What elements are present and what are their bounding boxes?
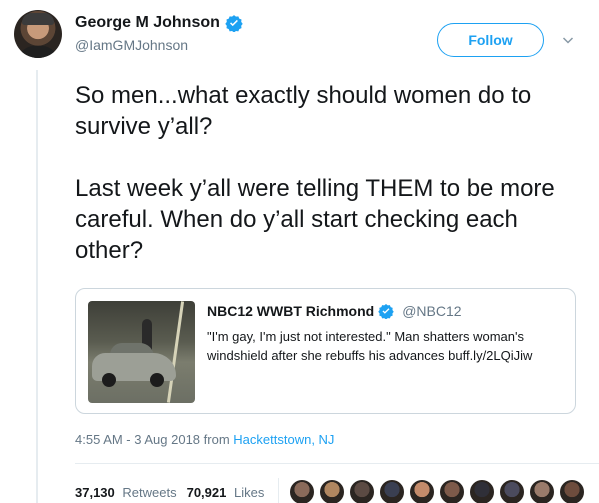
liker-avatar[interactable] xyxy=(439,479,466,503)
chevron-down-icon[interactable] xyxy=(562,34,574,46)
liker-avatars xyxy=(289,479,589,503)
tweet-paragraph: So men...what exactly should women do to… xyxy=(75,82,532,140)
avatar[interactable] xyxy=(14,10,62,58)
stats-separator xyxy=(278,478,280,503)
follow-button[interactable]: Follow xyxy=(437,23,544,57)
liker-avatar[interactable] xyxy=(529,479,556,503)
tweet-paragraph: Last week y’all were telling THEM to be … xyxy=(75,175,555,264)
likes-label: Likes xyxy=(233,484,265,500)
thread-line xyxy=(36,70,38,503)
quoted-author-handle: @NBC12 xyxy=(402,303,462,319)
verified-badge-icon xyxy=(225,15,243,32)
quoted-tweet-card[interactable]: NBC12 WWBT Richmond @NBC12 "I'm gay, I'm… xyxy=(75,288,576,414)
quoted-tweet-text: "I'm gay, I'm just not interested." Man … xyxy=(207,329,533,363)
liker-avatar[interactable] xyxy=(559,479,586,503)
retweets-stat[interactable]: 37,130 Retweets xyxy=(75,485,177,500)
tweet-location-link[interactable]: Hackettstown, NJ xyxy=(233,432,334,447)
liker-avatar[interactable] xyxy=(289,479,316,503)
author-name[interactable]: George M Johnson xyxy=(75,14,220,32)
liker-avatar[interactable] xyxy=(499,479,526,503)
author-name-row: George M Johnson xyxy=(75,14,243,32)
divider xyxy=(75,463,599,464)
tweet-timestamp[interactable]: 4:55 AM - 3 Aug 2018 from xyxy=(75,432,230,447)
retweets-count: 37,130 xyxy=(75,484,115,500)
tweet-meta: 4:55 AM - 3 Aug 2018 from Hackettstown, … xyxy=(75,432,334,447)
retweets-label: Retweets xyxy=(122,484,177,500)
liker-avatar[interactable] xyxy=(319,479,346,503)
image-wheel xyxy=(150,373,164,387)
quoted-tweet-image[interactable] xyxy=(88,301,195,403)
liker-avatar[interactable] xyxy=(349,479,376,503)
verified-badge-icon xyxy=(378,304,394,319)
image-wheel xyxy=(102,373,116,387)
quoted-tweet-header: NBC12 WWBT Richmond @NBC12 xyxy=(207,303,462,319)
quoted-author-name: NBC12 WWBT Richmond xyxy=(207,303,375,319)
author-handle[interactable]: @IamGMJohnson xyxy=(75,37,243,53)
liker-avatar[interactable] xyxy=(379,479,406,503)
avatar-cap xyxy=(22,13,54,25)
author-block: George M Johnson @IamGMJohnson xyxy=(75,14,243,53)
tweet-text: So men...what exactly should women do to… xyxy=(75,80,580,297)
avatar-shirt xyxy=(18,46,58,58)
likes-stat[interactable]: 70,921 Likes xyxy=(187,485,265,500)
tweet-stats: 37,130 Retweets 70,921 Likes xyxy=(75,478,589,503)
liker-avatar[interactable] xyxy=(409,479,436,503)
liker-avatar[interactable] xyxy=(469,479,496,503)
likes-count: 70,921 xyxy=(186,484,227,500)
image-pole xyxy=(166,301,185,403)
